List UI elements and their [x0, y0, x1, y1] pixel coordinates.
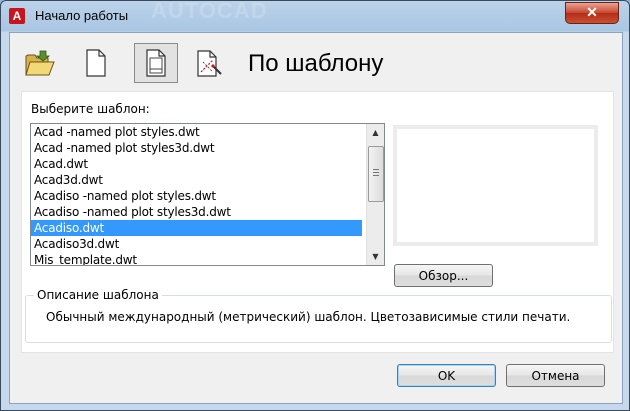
- template-preview: [393, 125, 598, 246]
- scroll-down-arrow-icon[interactable]: ▼: [367, 248, 384, 265]
- browse-button[interactable]: Обзор...: [394, 264, 493, 287]
- start-dialog-window: A Начало работы AUTOCAD ✕ По шаблону Выб…: [0, 0, 630, 411]
- list-item-selected[interactable]: Acadiso.dwt: [31, 220, 362, 236]
- autocad-logo-icon: A: [9, 8, 25, 24]
- list-item[interactable]: Mis_template.dwt: [31, 252, 362, 265]
- use-template-button[interactable]: [134, 43, 178, 83]
- description-text: Обычный международный (метрический) шабл…: [46, 310, 571, 324]
- select-template-label: Выберите шаблон:: [31, 102, 150, 116]
- list-item[interactable]: Acadiso -named plot styles.dwt: [31, 188, 362, 204]
- blank-page-icon: [86, 49, 106, 77]
- open-drawing-button[interactable]: [24, 47, 56, 79]
- list-item[interactable]: Acadiso3d.dwt: [31, 236, 362, 252]
- grip-line: [373, 169, 379, 170]
- list-item[interactable]: Acad.dwt: [31, 156, 362, 172]
- dialog-client-area: По шаблону Выберите шаблон: Acad -named …: [9, 32, 623, 404]
- background-brand-text: AUTOCAD: [151, 0, 268, 23]
- template-description-group: Описание шаблона Обычный международный (…: [25, 288, 612, 343]
- description-title: Описание шаблона: [34, 288, 162, 302]
- scroll-thumb[interactable]: [368, 146, 384, 202]
- list-item[interactable]: Acad -named plot styles3d.dwt: [31, 140, 362, 156]
- use-wizard-button[interactable]: [192, 47, 224, 79]
- list-item[interactable]: Acadiso -named plot styles3d.dwt: [31, 204, 362, 220]
- mode-title: По шаблону: [248, 50, 384, 77]
- scroll-up-arrow-icon[interactable]: ▲: [367, 124, 384, 141]
- template-listbox[interactable]: Acad -named plot styles.dwt Acad -named …: [30, 123, 385, 266]
- folder-open-icon: [25, 50, 55, 76]
- list-item[interactable]: Acad3d.dwt: [31, 172, 362, 188]
- grip-line: [373, 175, 379, 176]
- grip-line: [373, 172, 379, 173]
- title-bar[interactable]: A Начало работы AUTOCAD ✕: [1, 1, 629, 32]
- mode-toolbar: По шаблону: [10, 33, 622, 91]
- list-item[interactable]: Acad -named plot styles.dwt: [31, 124, 362, 140]
- window-title: Начало работы: [35, 8, 129, 23]
- cancel-button[interactable]: Отмена: [506, 364, 605, 387]
- start-from-scratch-button[interactable]: [80, 47, 112, 79]
- vertical-scrollbar[interactable]: ▲ ▼: [366, 124, 384, 265]
- ok-button[interactable]: OK: [397, 364, 496, 387]
- template-page-icon: [146, 49, 166, 77]
- wizard-icon: [197, 50, 222, 77]
- template-panel: Выберите шаблон: Acad -named plot styles…: [21, 91, 614, 353]
- close-button[interactable]: ✕: [565, 2, 619, 24]
